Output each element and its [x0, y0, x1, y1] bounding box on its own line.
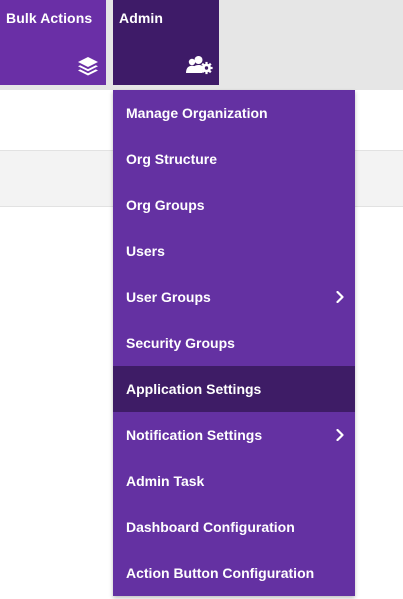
menu-item-notification-settings[interactable]: Notification Settings [113, 412, 355, 458]
menu-item-org-structure[interactable]: Org Structure [113, 136, 355, 182]
menu-item-users[interactable]: Users [113, 228, 355, 274]
admin-label: Admin [119, 10, 164, 26]
admin-dropdown-menu: Manage Organization Org Structure Org Gr… [113, 90, 355, 596]
menu-item-label: Security Groups [126, 335, 235, 351]
page: Bulk Actions Admin Manage Organization O… [0, 0, 403, 599]
menu-item-security-groups[interactable]: Security Groups [113, 320, 355, 366]
chevron-right-icon [336, 291, 344, 303]
menu-item-label: Org Groups [126, 197, 205, 213]
bulk-actions-label: Bulk Actions [6, 10, 93, 26]
chevron-right-icon [336, 429, 344, 441]
bulk-actions-button[interactable]: Bulk Actions [0, 0, 106, 85]
users-gear-icon [186, 56, 213, 75]
menu-item-action-button-configuration[interactable]: Action Button Configuration [113, 550, 355, 596]
menu-item-label: Application Settings [126, 381, 262, 397]
menu-item-org-groups[interactable]: Org Groups [113, 182, 355, 228]
menu-item-user-groups[interactable]: User Groups [113, 274, 355, 320]
menu-item-label: Notification Settings [126, 427, 263, 443]
menu-item-label: Dashboard Configuration [126, 519, 295, 535]
menu-item-label: Users [126, 243, 165, 259]
menu-item-label: Admin Task [126, 473, 205, 489]
menu-item-manage-organization[interactable]: Manage Organization [113, 90, 355, 136]
menu-item-dashboard-configuration[interactable]: Dashboard Configuration [113, 504, 355, 550]
menu-item-label: Manage Organization [126, 105, 268, 121]
layers-icon [78, 57, 98, 76]
menu-item-label: User Groups [126, 289, 211, 305]
menu-item-application-settings[interactable]: Application Settings [113, 366, 355, 412]
admin-menu-button[interactable]: Admin [113, 0, 219, 85]
menu-item-label: Action Button Configuration [126, 565, 315, 581]
menu-item-admin-task[interactable]: Admin Task [113, 458, 355, 504]
menu-item-label: Org Structure [126, 151, 218, 167]
